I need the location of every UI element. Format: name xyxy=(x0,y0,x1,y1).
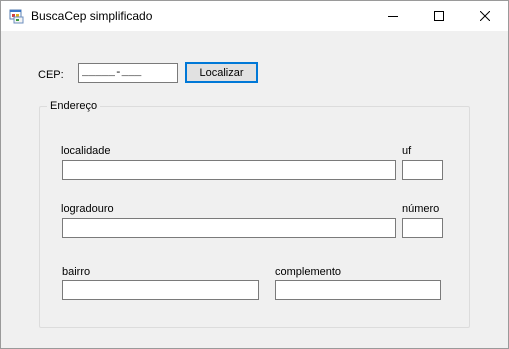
cep-label: CEP: xyxy=(38,69,64,81)
window-title: BuscaCep simplificado xyxy=(31,9,153,23)
address-group-title: Endereço xyxy=(47,100,101,112)
uf-input[interactable] xyxy=(402,160,443,180)
complemento-label: complemento xyxy=(275,266,342,278)
localidade-label: localidade xyxy=(61,145,111,157)
app-window-icon[interactable] xyxy=(9,8,25,24)
bairro-label: bairro xyxy=(62,266,91,278)
title-bar[interactable]: BuscaCep simplificado xyxy=(1,1,508,31)
logradouro-input[interactable] xyxy=(62,218,396,238)
maximize-icon xyxy=(434,11,444,21)
maximize-button[interactable] xyxy=(416,1,462,31)
form-client-area: CEP: Localizar Endereço localidade uf lo… xyxy=(1,31,508,348)
numero-label: número xyxy=(402,203,440,215)
localizar-button[interactable]: Localizar xyxy=(185,62,258,83)
logradouro-label: logradouro xyxy=(61,203,114,215)
minimize-icon xyxy=(388,11,398,21)
localidade-input[interactable] xyxy=(62,160,396,180)
app-window: BuscaCep simplificado CEP: Localizar End… xyxy=(0,0,509,349)
bairro-input[interactable] xyxy=(62,280,259,300)
close-button[interactable] xyxy=(462,1,508,31)
close-icon xyxy=(480,11,490,21)
numero-input[interactable] xyxy=(402,218,443,238)
minimize-button[interactable] xyxy=(370,1,416,31)
cep-input[interactable] xyxy=(78,63,178,83)
complemento-input[interactable] xyxy=(275,280,441,300)
uf-label: uf xyxy=(402,145,412,157)
